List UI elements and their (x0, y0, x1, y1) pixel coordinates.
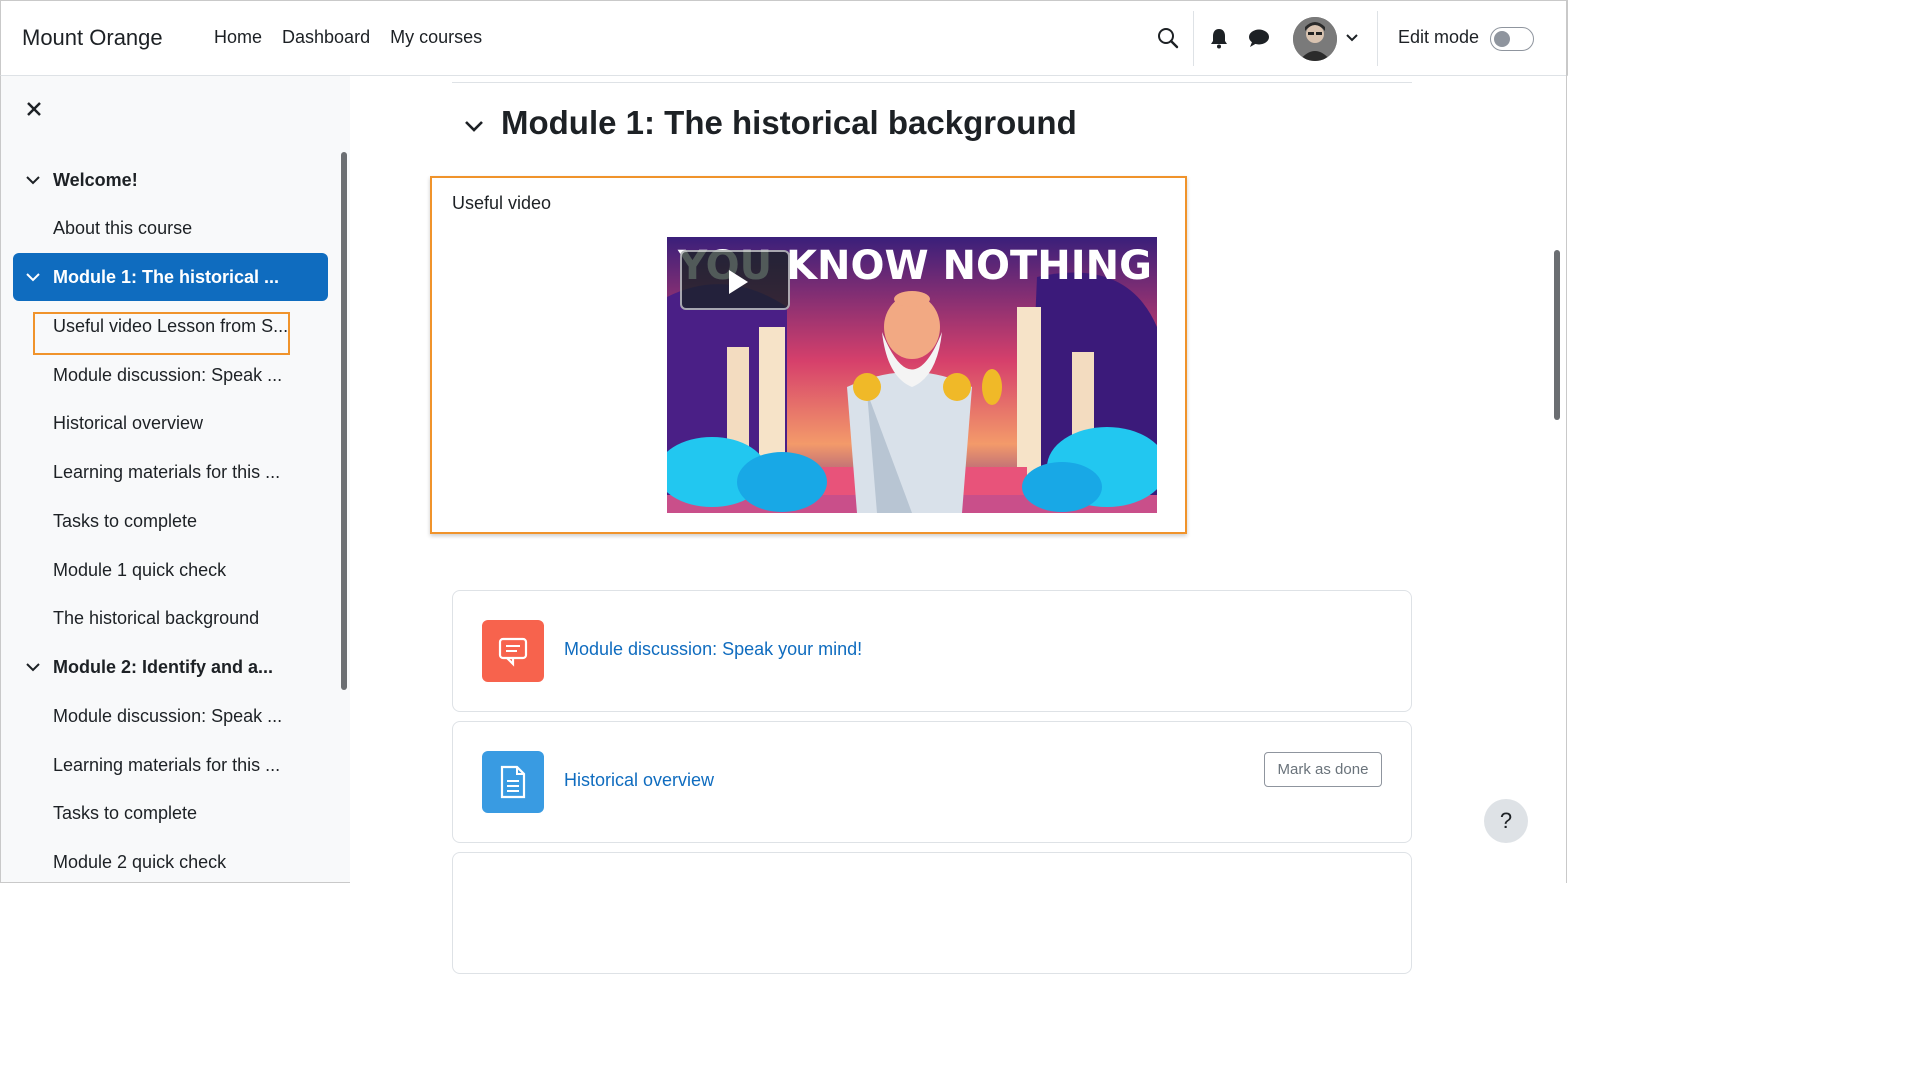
notifications-bell-icon[interactable] (1206, 25, 1232, 51)
window-border (1566, 0, 1567, 883)
activity-card-next (452, 852, 1412, 974)
search-icon[interactable] (1155, 25, 1181, 51)
drawer-scrollbar[interactable] (341, 152, 347, 690)
index-section-module-1[interactable]: Module 1: The historical ... (13, 253, 328, 301)
mark-as-done-button[interactable]: Mark as done (1264, 752, 1382, 787)
navbar-divider (1193, 11, 1194, 66)
edit-mode-label: Edit mode (1398, 27, 1480, 47)
navbar-divider (1377, 11, 1378, 66)
toggle-knob (1494, 31, 1510, 47)
section-divider (452, 82, 1412, 83)
activity-card-module-discussion: Module discussion: Speak your mind! (452, 590, 1412, 712)
messages-chat-icon[interactable] (1246, 25, 1272, 51)
nav-my-courses[interactable]: My courses (390, 27, 482, 48)
help-button[interactable]: ? (1484, 799, 1528, 843)
course-index-drawer: Welcome! About this course Module 1: The… (0, 76, 350, 883)
index-activity-module-discussion-2[interactable]: Module discussion: Speak ... (13, 692, 328, 740)
page-scrollbar[interactable] (1554, 250, 1560, 420)
highlight-annotation-box (33, 312, 290, 355)
site-brand[interactable]: Mount Orange (22, 25, 163, 51)
index-section-module-2[interactable]: Module 2: Identify and a... (13, 643, 328, 691)
chevron-down-icon[interactable] (25, 659, 41, 675)
page-icon (482, 751, 544, 813)
close-drawer-icon[interactable] (23, 98, 45, 120)
section-title: Module 1: The historical background (501, 104, 1077, 141)
chevron-down-icon[interactable] (1339, 25, 1365, 51)
index-activity-learning-materials[interactable]: Learning materials for this ... (13, 448, 328, 496)
index-activity-quick-check-2[interactable]: Module 2 quick check (13, 838, 328, 886)
index-activity-about[interactable]: About this course (13, 204, 328, 252)
nav-home[interactable]: Home (214, 27, 262, 48)
index-activity-historical-overview[interactable]: Historical overview (13, 399, 328, 447)
primary-navigation: Home Dashboard My courses (214, 27, 482, 48)
chevron-down-icon[interactable] (25, 172, 41, 188)
video-label-text: Useful video (452, 193, 552, 213)
nav-dashboard[interactable]: Dashboard (282, 27, 370, 48)
edit-mode-toggle[interactable] (1490, 27, 1534, 51)
index-activity-quick-check[interactable]: Module 1 quick check (13, 546, 328, 594)
video-play-button[interactable] (680, 250, 790, 310)
index-activity-learning-materials-2[interactable]: Learning materials for this ... (13, 741, 328, 789)
index-activity-historical-background[interactable]: The historical background (13, 594, 328, 642)
index-activity-tasks-2[interactable]: Tasks to complete (13, 789, 328, 837)
chevron-down-icon[interactable] (25, 269, 41, 285)
activity-link-module-discussion[interactable]: Module discussion: Speak your mind! (564, 639, 862, 660)
user-avatar[interactable] (1293, 17, 1337, 61)
index-section-welcome[interactable]: Welcome! (13, 156, 328, 204)
play-icon (729, 270, 748, 294)
forum-icon (482, 620, 544, 682)
activity-link-historical-overview[interactable]: Historical overview (564, 770, 714, 791)
top-navbar: Mount Orange Home Dashboard My courses E… (0, 0, 1568, 76)
collapse-section-chevron-icon[interactable] (462, 114, 486, 138)
index-activity-tasks[interactable]: Tasks to complete (13, 497, 328, 545)
index-activity-module-discussion[interactable]: Module discussion: Speak ... (13, 351, 328, 399)
activity-card-historical-overview: Historical overview Mark as done (452, 721, 1412, 843)
